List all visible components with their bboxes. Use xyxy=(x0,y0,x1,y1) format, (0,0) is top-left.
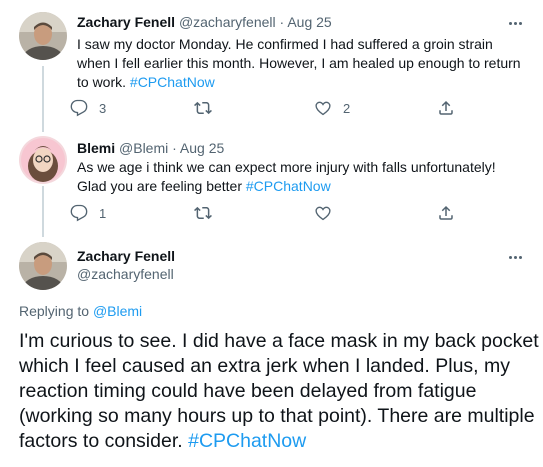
reply-icon xyxy=(70,204,88,222)
like-count: 2 xyxy=(343,100,351,116)
heart-icon xyxy=(315,101,331,116)
retweet-icon xyxy=(194,206,212,220)
like-button[interactable] xyxy=(314,204,332,222)
share-button[interactable] xyxy=(437,99,455,117)
tweet-date[interactable]: Aug 25 xyxy=(287,14,331,30)
hashtag-link[interactable]: #CPChatNow xyxy=(246,178,331,194)
hashtag-link[interactable]: #CPChatNow xyxy=(188,430,306,452)
author-handle[interactable]: @zacharyfenell xyxy=(179,14,276,30)
tweet-header: Zachary Fenell @zacharyfenell · Aug 25 xyxy=(77,13,332,31)
retweet-button[interactable] xyxy=(194,99,212,117)
tweet-text: I saw my doctor Monday. He confirmed I h… xyxy=(77,35,521,92)
author-handle[interactable]: @Blemi xyxy=(119,140,168,156)
reply-button[interactable]: 3 xyxy=(70,99,106,117)
share-icon xyxy=(439,205,453,220)
tweet-date[interactable]: Aug 25 xyxy=(180,140,224,156)
avatar[interactable] xyxy=(19,136,67,184)
replying-to: Replying to @Blemi xyxy=(19,302,142,320)
replying-to-link[interactable]: @Blemi xyxy=(93,303,142,319)
share-icon xyxy=(439,100,453,115)
tweet-text: As we age i think we can expect more inj… xyxy=(77,158,521,196)
hashtag-link[interactable]: #CPChatNow xyxy=(130,74,215,90)
like-button[interactable]: 2 xyxy=(314,99,350,117)
share-button[interactable] xyxy=(437,204,455,222)
tweet-header: Blemi @Blemi · Aug 25 xyxy=(77,139,224,157)
heart-icon xyxy=(315,206,331,221)
author-name[interactable]: Zachary Fenell xyxy=(77,247,175,265)
retweet-button[interactable] xyxy=(194,204,212,222)
tweet[interactable]: Zachary Fenell @zacharyfenell · Aug 25 I… xyxy=(0,0,543,130)
replying-to-label: Replying to xyxy=(19,303,90,319)
avatar[interactable] xyxy=(19,12,67,60)
focused-tweet[interactable]: Zachary Fenell @zacharyfenell Replying t… xyxy=(0,230,543,467)
more-options-icon[interactable] xyxy=(505,16,525,30)
separator: · xyxy=(279,14,285,30)
reply-count: 3 xyxy=(99,100,107,116)
avatar[interactable] xyxy=(19,242,67,290)
reply-button[interactable]: 1 xyxy=(70,204,106,222)
separator: · xyxy=(172,140,177,156)
reply-icon xyxy=(70,99,88,117)
author-name[interactable]: Blemi xyxy=(77,140,115,156)
author-handle[interactable]: @zacharyfenell xyxy=(77,265,174,283)
author-name[interactable]: Zachary Fenell xyxy=(77,14,175,30)
retweet-icon xyxy=(194,101,212,115)
tweet[interactable]: Blemi @Blemi · Aug 25 As we age i think … xyxy=(0,130,543,230)
more-options-icon[interactable] xyxy=(505,250,525,264)
tweet-text: I'm curious to see. I did have a face ma… xyxy=(19,329,539,454)
reply-count: 1 xyxy=(99,205,107,221)
